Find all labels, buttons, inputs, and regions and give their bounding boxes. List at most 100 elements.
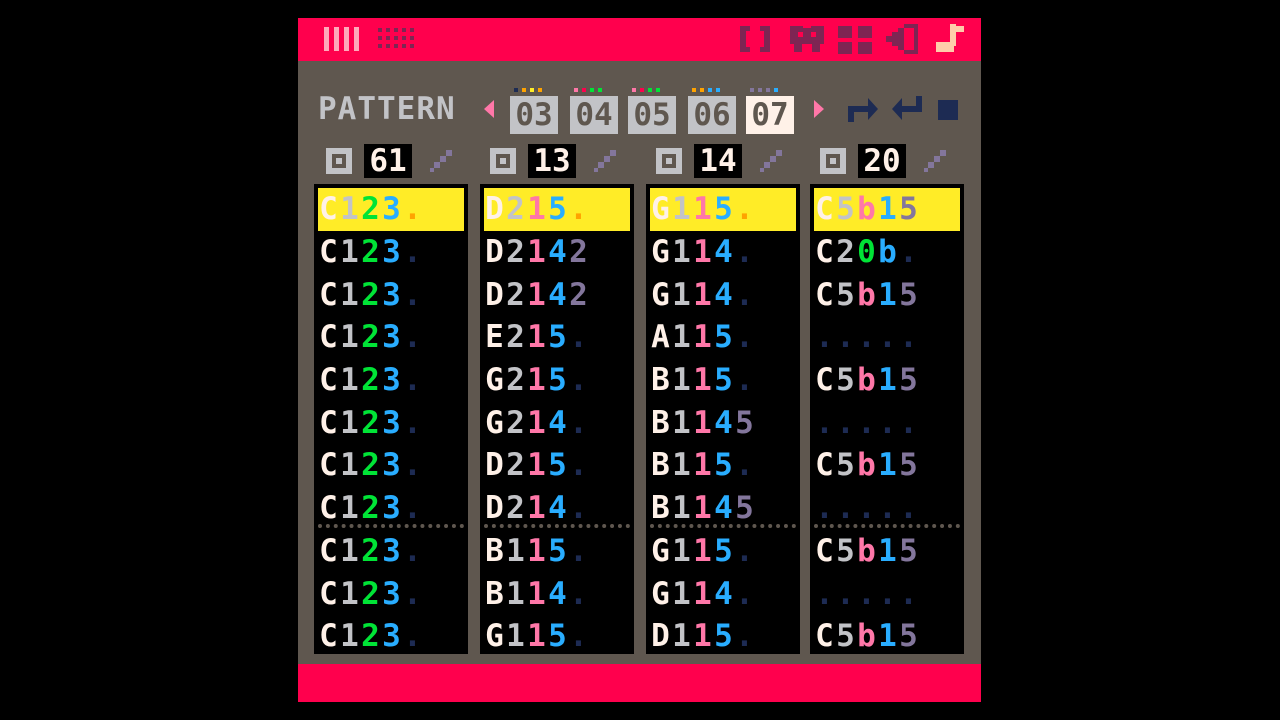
- note-row[interactable]: G115.: [484, 615, 630, 658]
- note-row[interactable]: D2142: [484, 273, 630, 316]
- music-grid-icon[interactable]: [378, 24, 418, 54]
- note-instrument: 1: [527, 404, 546, 441]
- note-row[interactable]: C123.: [318, 273, 464, 316]
- channel-column-4[interactable]: C5b15C20b.C5b15.....C5b15.....C5b15.....…: [810, 184, 964, 654]
- note-row[interactable]: G215.: [484, 359, 630, 402]
- note-row[interactable]: C123.: [318, 359, 464, 402]
- note-pitch: C: [815, 532, 834, 569]
- note-effect: 5: [899, 618, 918, 655]
- note-volume: 5: [714, 532, 733, 569]
- channel-sfx-number-1[interactable]: 61: [364, 144, 412, 178]
- note-effect: 2: [569, 276, 588, 313]
- note-volume: 1: [878, 362, 897, 399]
- channel-column-1[interactable]: C123.C123.C123.C123.C123.C123.C123.C123.…: [314, 184, 468, 654]
- note-row[interactable]: C20b.: [814, 231, 960, 274]
- channel-toggle-2[interactable]: [490, 148, 516, 174]
- note-row[interactable]: .....: [814, 401, 960, 444]
- note-row[interactable]: G114.: [650, 572, 796, 615]
- note-volume: 1: [878, 447, 897, 484]
- note-row[interactable]: D2142: [484, 231, 630, 274]
- note-octave: 1: [672, 191, 691, 228]
- music-note-icon[interactable]: [934, 24, 968, 54]
- note-octave: 1: [672, 532, 691, 569]
- pencil-icon[interactable]: [758, 148, 784, 174]
- loop-back-icon[interactable]: [890, 92, 924, 126]
- pattern-slot-04[interactable]: 04: [570, 88, 618, 134]
- note-volume: 5: [714, 191, 733, 228]
- note-row[interactable]: C123.: [318, 572, 464, 615]
- pencil-icon[interactable]: [592, 148, 618, 174]
- pencil-icon[interactable]: [428, 148, 454, 174]
- stop-icon[interactable]: [938, 92, 960, 126]
- note-row[interactable]: D215.: [484, 444, 630, 487]
- note-row[interactable]: C123.: [318, 231, 464, 274]
- note-row[interactable]: C123.: [318, 615, 464, 658]
- note-row[interactable]: C123.: [318, 530, 464, 573]
- note-row[interactable]: G114.: [650, 273, 796, 316]
- note-row[interactable]: C5b15: [814, 359, 960, 402]
- note-row[interactable]: .....: [814, 572, 960, 615]
- note-pitch: G: [485, 618, 504, 655]
- note-pitch: G: [485, 404, 504, 441]
- note-row[interactable]: C123.: [318, 401, 464, 444]
- note-effect: .: [735, 575, 754, 612]
- note-row[interactable]: C5b15: [814, 188, 960, 231]
- pattern-slot-06[interactable]: 06: [688, 88, 736, 134]
- note-row[interactable]: E215.: [484, 316, 630, 359]
- note-pitch: D: [485, 191, 504, 228]
- note-row[interactable]: B115.: [650, 359, 796, 402]
- note-row[interactable]: .....: [814, 316, 960, 359]
- note-row[interactable]: C5b15: [814, 615, 960, 658]
- sprite-creature-icon[interactable]: [788, 24, 826, 54]
- note-row[interactable]: C5b15: [814, 273, 960, 316]
- note-pitch: G: [651, 191, 670, 228]
- note-octave: 1: [340, 447, 359, 484]
- channel-column-2[interactable]: D215.D2142D2142E215.G215.G214.D215.D214.…: [480, 184, 634, 654]
- pencil-icon[interactable]: [922, 148, 948, 174]
- note-row[interactable]: B115.: [484, 530, 630, 573]
- pattern-slot-05[interactable]: 05: [628, 88, 676, 134]
- previous-pattern-arrow-icon[interactable]: [480, 92, 500, 126]
- music-editor: PATTERN 03 04 05 06 07 61 13 14 20 C 1 2…: [298, 18, 981, 702]
- note-row[interactable]: D115.: [650, 615, 796, 658]
- channel-column-3[interactable]: G115.G114.G114.A115.B115.B1145B115.B1145…: [646, 184, 800, 654]
- note-row[interactable]: A115.: [650, 316, 796, 359]
- note-row[interactable]: B114.: [484, 572, 630, 615]
- map-tiles-icon[interactable]: [838, 24, 874, 54]
- sfx-speaker-icon[interactable]: [886, 24, 922, 54]
- note-row[interactable]: G114.: [650, 231, 796, 274]
- pattern-slot-03[interactable]: 03: [510, 88, 558, 134]
- channel-toggle-1[interactable]: [326, 148, 352, 174]
- note-pitch: C: [319, 319, 338, 356]
- code-braces-icon[interactable]: [736, 24, 774, 54]
- note-row[interactable]: C123.: [318, 316, 464, 359]
- pattern-slot-07-selected[interactable]: 07: [746, 88, 794, 134]
- sfx-bars-icon[interactable]: [324, 24, 362, 54]
- note-row[interactable]: C123.: [318, 188, 464, 231]
- note-octave: 1: [672, 234, 691, 271]
- note-row[interactable]: G115.: [650, 188, 796, 231]
- channel-sfx-number-4[interactable]: 20: [858, 144, 906, 178]
- loop-start-icon[interactable]: [846, 92, 880, 126]
- note-instrument: 2: [361, 319, 380, 356]
- note-volume: 3: [382, 575, 401, 612]
- note-instrument: 1: [527, 234, 546, 271]
- note-row[interactable]: B1145: [650, 401, 796, 444]
- note-row[interactable]: D215.: [484, 188, 630, 231]
- note-volume: 3: [382, 404, 401, 441]
- next-pattern-arrow-icon[interactable]: [808, 92, 828, 126]
- channel-toggle-3[interactable]: [656, 148, 682, 174]
- channel-sfx-number-3[interactable]: 14: [694, 144, 742, 178]
- note-octave: .: [836, 319, 855, 356]
- note-row[interactable]: C5b15: [814, 530, 960, 573]
- note-row[interactable]: C5b15: [814, 444, 960, 487]
- note-row[interactable]: B115.: [650, 444, 796, 487]
- note-row[interactable]: G115.: [650, 530, 796, 573]
- note-effect: .: [403, 532, 422, 569]
- channel-sfx-number-2[interactable]: 13: [528, 144, 576, 178]
- note-instrument: 1: [693, 618, 712, 655]
- note-volume: 5: [548, 618, 567, 655]
- note-row[interactable]: C123.: [318, 444, 464, 487]
- note-row[interactable]: G214.: [484, 401, 630, 444]
- channel-toggle-4[interactable]: [820, 148, 846, 174]
